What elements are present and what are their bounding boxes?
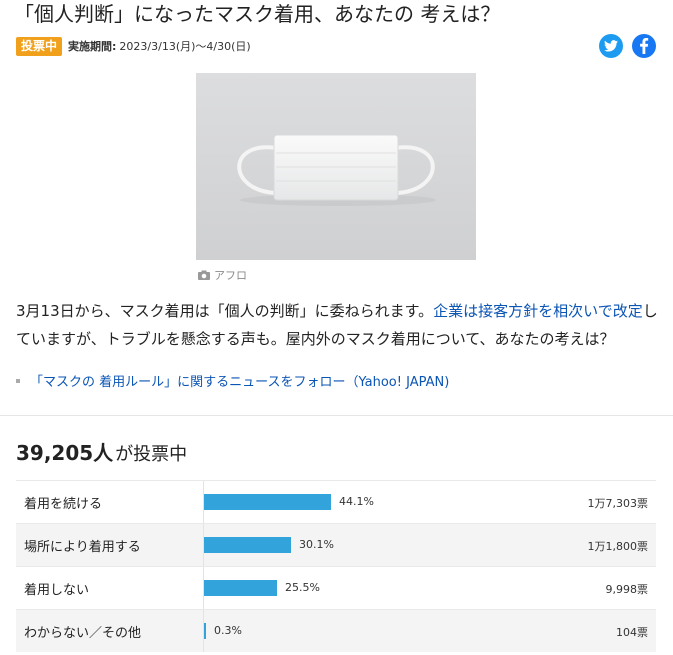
period-value: 2023/3/13(月)〜4/30(日) <box>119 40 251 53</box>
result-votes: 9,998票 <box>605 583 649 596</box>
result-bar <box>204 537 291 553</box>
option-label: 場所により着用する <box>24 540 141 555</box>
result-bar <box>204 580 277 596</box>
poll-meta: 投票中 実施期間: 2023/3/13(月)〜4/30(日) <box>16 36 251 56</box>
result-percent: 0.3% <box>214 624 242 637</box>
option-label: 着用を続ける <box>24 497 103 512</box>
result-votes: 104票 <box>616 626 648 639</box>
poll-results: 着用を続ける 44.1% 1万7,303票 場所により着用する 30.1% 1万… <box>16 480 656 652</box>
result-percent: 30.1% <box>299 538 334 551</box>
description-text: 3月13日から、マスク着用は「個人の判断」に委ねられます。 <box>16 302 434 320</box>
section-divider <box>0 415 673 416</box>
result-percent: 44.1% <box>339 495 374 508</box>
bullet-icon <box>16 378 20 383</box>
description-link[interactable]: 企業は接客方針を相次いで改定 <box>433 302 643 320</box>
result-votes: 1万1,800票 <box>587 540 649 553</box>
article-photo <box>196 73 476 260</box>
result-bar <box>204 494 331 510</box>
option-label: 着用しない <box>24 583 90 598</box>
photo-credit: アフロ <box>198 267 247 283</box>
period-label: 実施期間: <box>68 40 117 53</box>
option-label: わからない／その他 <box>24 626 142 641</box>
voter-count-suffix: が投票中 <box>115 444 188 465</box>
article-description: 3月13日から、マスク着用は「個人の判断」に委ねられます。企業は接客方針を相次い… <box>16 297 658 353</box>
voter-count: 39,205人 が投票中 <box>16 437 187 466</box>
result-percent: 25.5% <box>285 581 320 594</box>
result-bar <box>204 623 206 639</box>
share-twitter-button[interactable] <box>599 34 623 58</box>
result-row: 着用を続ける 44.1% 1万7,303票 <box>16 480 656 523</box>
result-row: 着用しない 25.5% 9,998票 <box>16 566 656 609</box>
voter-count-number: 39,205人 <box>16 441 114 465</box>
result-row: わからない／その他 0.3% 104票 <box>16 609 656 652</box>
twitter-icon <box>604 40 618 52</box>
status-badge: 投票中 <box>16 36 63 56</box>
result-votes: 1万7,303票 <box>587 497 649 510</box>
page-title: 「個人判断」になったマスク着用、あなたの 考えは？ <box>14 2 501 26</box>
follow-topic: 「マスクの 着用ルール」に関するニュースをフォロー（Yahoo! JAPAN) <box>16 371 449 390</box>
follow-topic-link[interactable]: 「マスクの 着用ルール」に関するニュースをフォロー（Yahoo! JAPAN) <box>30 371 449 390</box>
poll-period: 実施期間: 2023/3/13(月)〜4/30(日) <box>68 38 251 54</box>
photo-credit-text: アフロ <box>214 269 247 282</box>
result-row: 場所により着用する 30.1% 1万1,800票 <box>16 523 656 566</box>
facebook-icon <box>640 38 649 54</box>
camera-icon <box>198 270 210 280</box>
share-facebook-button[interactable] <box>632 34 656 58</box>
